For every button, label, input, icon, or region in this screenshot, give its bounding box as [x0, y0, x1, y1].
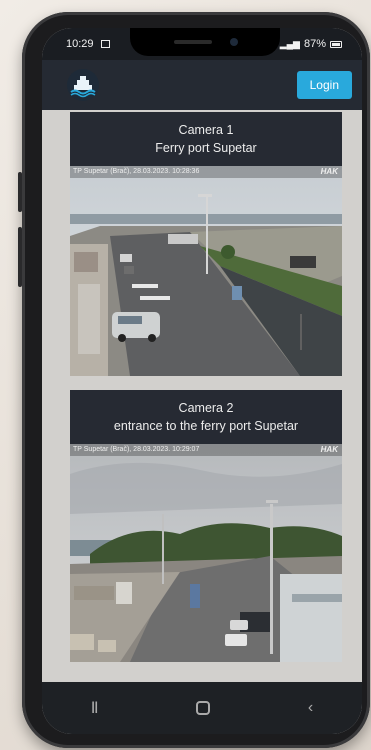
hak-logo: HAK — [320, 167, 338, 176]
feed-caption: TP Supetar (Brač), 28.03.2023. 10:28:36 … — [70, 166, 342, 178]
status-time-wrap: 10:29 — [66, 38, 110, 50]
recents-icon[interactable]: Ⅱ︎ — [91, 698, 99, 718]
phone-screen: 10:29 ▂▄▆ 87% Login Camera 1 Ferry port … — [42, 28, 362, 734]
ferry-logo-icon — [67, 69, 99, 101]
app-header: Login — [42, 60, 362, 110]
camera-feed[interactable]: TP Supetar (Brač), 28.03.2023. 10:29:07 … — [70, 444, 342, 662]
hak-logo: HAK — [320, 445, 338, 454]
camera-header: Camera 1 Ferry port Supetar — [70, 112, 342, 166]
gallery-icon — [100, 40, 110, 49]
front-camera — [230, 38, 238, 46]
signal-icon: ▂▄▆ — [279, 38, 300, 49]
status-right: ▂▄▆ 87% — [280, 38, 342, 50]
home-icon[interactable] — [196, 701, 211, 715]
battery-icon — [330, 40, 342, 48]
camera-location: entrance to the ferry port Supetar — [113, 419, 299, 433]
android-nav-bar: Ⅱ︎ ‹ — [42, 682, 362, 734]
camera-card-2[interactable]: Camera 2 entrance to the ferry port Supe… — [70, 390, 342, 662]
power-button — [18, 227, 22, 287]
camera-notch — [130, 28, 280, 56]
camera-feed-image — [70, 166, 342, 376]
login-button[interactable]: Login — [296, 71, 352, 99]
camera-feed-image — [70, 444, 342, 662]
camera-location: Ferry port Supetar — [155, 141, 257, 155]
battery-percent: 87% — [303, 38, 326, 50]
feed-timestamp: TP Supetar (Brač), 28.03.2023. 10:29:07 — [73, 446, 200, 453]
camera-number: Camera 1 — [178, 123, 234, 137]
camera-number: Camera 2 — [178, 401, 234, 415]
back-icon[interactable]: ‹ — [308, 699, 313, 717]
camera-card-1[interactable]: Camera 1 Ferry port Supetar TP Supetar (… — [70, 112, 342, 376]
camera-feed[interactable]: TP Supetar (Brač), 28.03.2023. 10:28:36 … — [70, 166, 342, 376]
volume-button — [18, 172, 22, 212]
speaker-grille — [174, 40, 212, 44]
camera-header: Camera 2 entrance to the ferry port Supe… — [70, 390, 342, 444]
app-logo[interactable] — [66, 68, 100, 102]
feed-timestamp: TP Supetar (Brač), 28.03.2023. 10:28:36 — [73, 168, 200, 175]
camera-list: Camera 1 Ferry port Supetar TP Supetar (… — [70, 112, 342, 676]
status-time: 10:29 — [66, 38, 94, 50]
feed-caption: TP Supetar (Brač), 28.03.2023. 10:29:07 … — [70, 444, 342, 456]
